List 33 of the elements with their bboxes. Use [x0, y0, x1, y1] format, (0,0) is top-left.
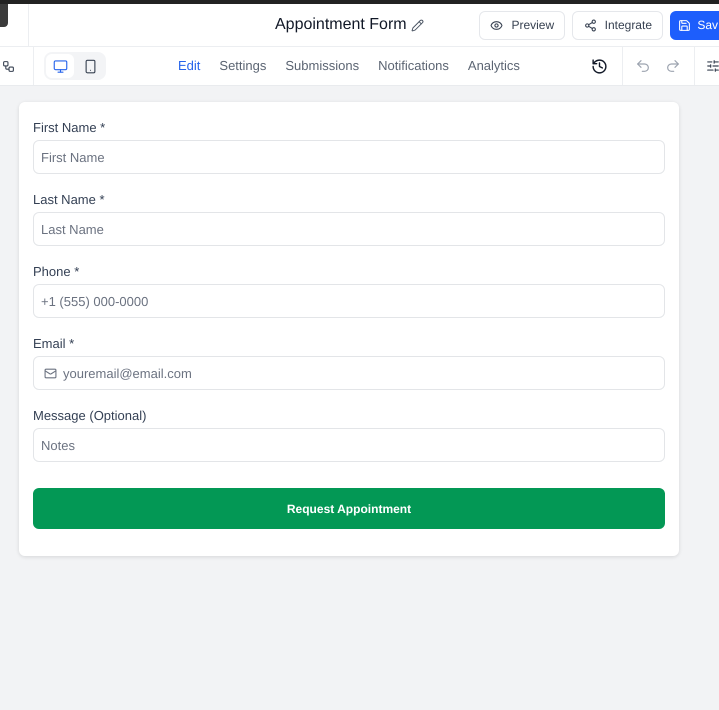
nodes-icon[interactable] [2, 60, 15, 72]
sliders-icon[interactable] [706, 59, 719, 73]
redo-icon [665, 58, 681, 74]
field-label: Email * [33, 335, 74, 353]
undo-icon [635, 58, 651, 74]
request-appointment-button[interactable]: Request Appointment [33, 488, 665, 529]
pencil-icon[interactable] [410, 18, 424, 32]
integrate-button[interactable]: Integrate [572, 10, 664, 40]
monitor-icon [52, 58, 68, 74]
tab[interactable]: Notifications [378, 56, 449, 76]
field-label: Phone * [33, 263, 80, 281]
input-field[interactable]: youremail@email.com [33, 356, 665, 390]
form-title: Appointment Form [275, 15, 407, 35]
tab[interactable]: Analytics [468, 56, 520, 76]
input-field[interactable]: Last Name [33, 212, 665, 246]
input-field[interactable]: Notes [33, 428, 665, 462]
input-field[interactable]: First Name [33, 140, 665, 174]
eye-icon [490, 18, 504, 32]
field-label: Last Name * [33, 191, 105, 209]
preview-button[interactable]: Preview [479, 10, 566, 40]
history-clock-icon[interactable] [591, 58, 608, 74]
input-field[interactable]: +1 (555) 000-0000 [33, 284, 665, 318]
field-label: First Name * [33, 119, 106, 137]
field-label: Message (Optional) [33, 407, 146, 425]
dark-panel-edge [0, 4, 8, 27]
save-button[interactable]: Sav [670, 10, 719, 40]
envelope-icon [44, 367, 57, 380]
device-toggle[interactable] [46, 54, 74, 78]
phone-icon [82, 58, 98, 74]
tab[interactable]: Settings [219, 56, 266, 76]
share-icon [584, 18, 597, 32]
tab[interactable]: Edit [178, 56, 200, 76]
tab[interactable]: Submissions [285, 56, 360, 76]
